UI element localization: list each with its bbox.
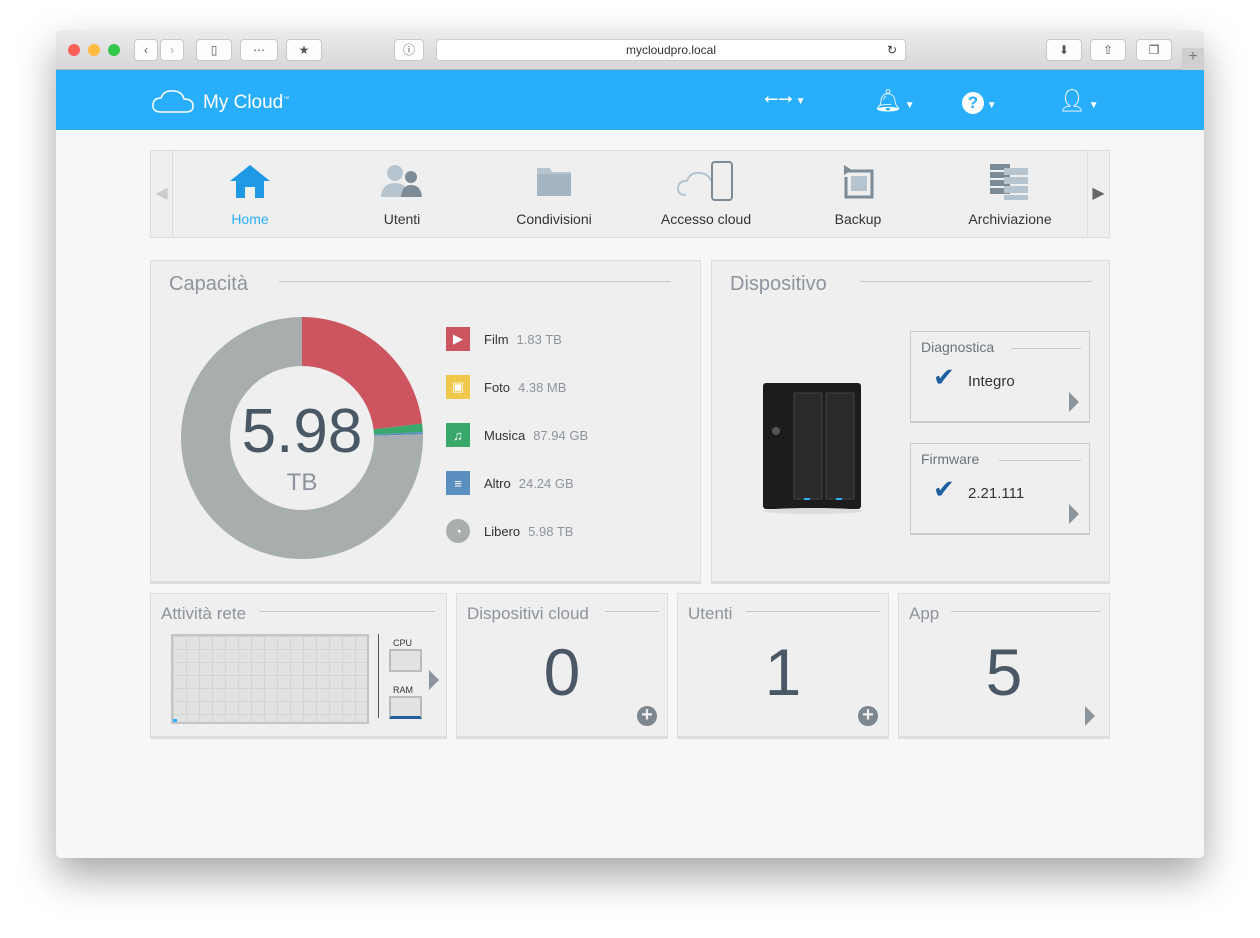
app-header: My Cloud™ ⭠⭢ ▼ 🔔︎ ▼ ? ▼ 👤︎ ▼ <box>56 70 1204 130</box>
storage-icon <box>990 164 1028 200</box>
legend-label: Altro <box>484 475 511 491</box>
legend-item-film: ▶ Film 1.83 TB <box>446 327 562 351</box>
app-logo[interactable]: My Cloud™ <box>203 92 289 114</box>
main-nav: ◀ ▶ Home Utenti Condivisioni Accesso clo… <box>150 150 1110 238</box>
legend-item-libero: ◔ Libero 5.98 TB <box>446 519 573 543</box>
legend-item-altro: ≡ Altro 24.24 GB <box>446 471 574 495</box>
help-icon: ? <box>962 92 984 114</box>
apps-count: 5 <box>985 635 1023 709</box>
bookmark-icon[interactable]: ★ <box>286 39 322 61</box>
diagnostics-card[interactable]: Diagnostica ✔ Integro <box>910 331 1090 423</box>
download-icon[interactable]: ⬇ <box>1046 39 1082 61</box>
nas-device-image <box>763 383 863 514</box>
cloud-device-icon <box>676 161 733 201</box>
folder-icon <box>537 168 571 196</box>
legend-value: 4.38 MB <box>518 379 567 395</box>
cpu-meter <box>389 649 422 672</box>
cloud-devices-count: 0 <box>543 635 581 709</box>
capacity-unit: TB <box>286 469 318 496</box>
legend-label: Musica <box>484 427 526 443</box>
address-bar[interactable]: mycloudpro.local ↻ <box>436 39 906 61</box>
add-cloud-device-button[interactable]: + <box>637 705 657 726</box>
diagnostics-status: Integro <box>968 373 1015 390</box>
device-title: Dispositivo <box>730 273 839 296</box>
nav-cloud-access[interactable]: Accesso cloud <box>631 151 781 237</box>
notifications-menu[interactable]: 🔔︎ ▼ <box>874 88 915 114</box>
users-count: 1 <box>764 635 802 709</box>
forward-button[interactable]: › <box>160 39 184 61</box>
firmware-version: 2.21.111 <box>968 485 1025 502</box>
users-icon <box>381 165 422 197</box>
check-icon: ✔ <box>933 474 955 504</box>
firmware-card[interactable]: Firmware ✔ 2.21.111 <box>910 443 1090 535</box>
legend-value: 5.98 TB <box>528 523 574 539</box>
arrow-right-icon[interactable] <box>1069 392 1079 412</box>
legend-item-musica: ♫ Musica 87.94 GB <box>446 423 588 447</box>
backup-icon <box>844 165 874 199</box>
arrow-right-icon[interactable] <box>1085 706 1095 726</box>
url-text: mycloudpro.local <box>625 43 717 57</box>
usb-icon: ⭠⭢ <box>764 88 793 108</box>
close-button[interactable] <box>68 44 80 56</box>
bell-icon: 🔔︎ <box>874 88 902 113</box>
legend-value: 1.83 TB <box>516 331 562 347</box>
browser-window: ‹ › ▯ ⋯ ★ ⓘ mycloudpro.local ↻ ⬇ ⇧ ❐ + My… <box>56 30 1204 858</box>
tabs-icon[interactable]: ❐ <box>1136 39 1172 61</box>
nav-users[interactable]: Utenti <box>327 151 477 237</box>
legend-value: 24.24 GB <box>518 475 574 491</box>
cloud-devices-panel: Dispositivi cloud 0 + <box>456 593 668 739</box>
user-menu[interactable]: 👤︎ ▼ <box>1058 88 1099 114</box>
add-user-button[interactable]: + <box>858 705 878 726</box>
network-activity-panel: Attività rete CPU RAM <box>150 593 447 739</box>
password-icon[interactable]: ⓘ <box>394 39 424 61</box>
apps-panel: App 5 <box>898 593 1110 739</box>
nav-shares[interactable]: Condivisioni <box>479 151 629 237</box>
check-icon: ✔ <box>933 362 955 392</box>
network-graph <box>171 634 369 724</box>
device-panel: Dispositivo Diagnostica ✔ Integro Firmwa… <box>711 260 1110 584</box>
top-sites-icon[interactable]: ⋯ <box>240 39 278 61</box>
legend-item-foto: ▣ Foto 4.38 MB <box>446 375 566 399</box>
arrow-right-icon[interactable] <box>1069 504 1079 524</box>
ram-meter <box>389 696 422 719</box>
legend-label: Libero <box>484 523 521 539</box>
nav-home[interactable]: Home <box>175 151 325 237</box>
nav-storage[interactable]: Archiviazione <box>935 151 1085 237</box>
photo-icon: ▣ <box>446 375 470 399</box>
legend-label: Film <box>484 331 509 347</box>
arrow-right-icon[interactable] <box>429 670 439 690</box>
nav-prev-button[interactable]: ◀ <box>151 151 173 237</box>
zoom-button[interactable] <box>108 44 120 56</box>
sidebar-icon[interactable]: ▯ <box>196 39 232 61</box>
new-tab-button[interactable]: + <box>1182 48 1204 70</box>
usb-menu[interactable]: ⭠⭢ ▼ <box>764 88 806 109</box>
capacity-total: 5.98 <box>241 397 363 466</box>
cloud-logo-icon <box>152 90 194 113</box>
legend-value: 87.94 GB <box>533 427 589 443</box>
capacity-title: Capacità <box>169 273 260 296</box>
free-space-icon: ◔ <box>446 519 470 543</box>
users-panel: Utenti 1 + <box>677 593 889 739</box>
music-icon: ♫ <box>446 423 470 447</box>
film-icon: ▶ <box>446 327 470 351</box>
help-menu[interactable]: ? ▼ <box>962 88 997 114</box>
reload-icon[interactable]: ↻ <box>887 40 897 60</box>
home-icon <box>230 165 270 198</box>
minimize-button[interactable] <box>88 44 100 56</box>
user-icon: 👤︎ <box>1058 88 1086 113</box>
nav-next-button[interactable]: ▶ <box>1087 151 1109 237</box>
document-icon: ≡ <box>446 471 470 495</box>
share-icon[interactable]: ⇧ <box>1090 39 1126 61</box>
back-button[interactable]: ‹ <box>134 39 158 61</box>
browser-toolbar: ‹ › ▯ ⋯ ★ ⓘ mycloudpro.local ↻ ⬇ ⇧ ❐ + <box>56 30 1204 70</box>
capacity-panel: Capacità 5.98 TB ▶ Film 1.83 TB ▣ Foto 4.38 M… <box>150 260 701 584</box>
nav-backup[interactable]: Backup <box>783 151 933 237</box>
legend-label: Foto <box>484 379 511 395</box>
